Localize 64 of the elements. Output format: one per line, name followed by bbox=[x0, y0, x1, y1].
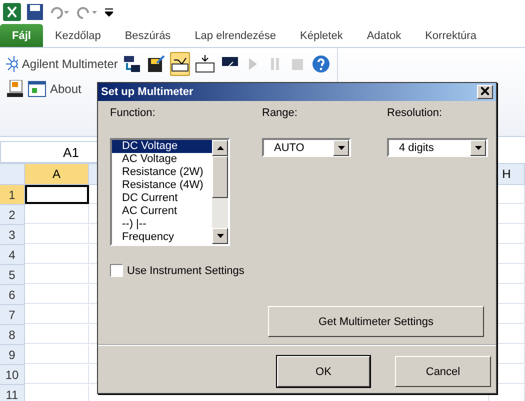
sheet-cell[interactable] bbox=[25, 365, 89, 384]
range-dropdown[interactable]: AUTO bbox=[262, 138, 351, 157]
window-icon[interactable] bbox=[28, 81, 46, 97]
list-item[interactable]: AC Current bbox=[112, 205, 212, 218]
ok-button[interactable]: OK bbox=[277, 356, 370, 387]
ribbon-tab[interactable]: Lap elrendezése bbox=[182, 24, 288, 47]
list-item[interactable]: --) |-- bbox=[112, 218, 212, 231]
row-header[interactable]: 8 bbox=[0, 325, 25, 345]
row-header[interactable]: 1 bbox=[0, 185, 25, 205]
row-header[interactable]: 11 bbox=[0, 385, 25, 401]
spreadsheet-app-icon[interactable] bbox=[3, 3, 21, 21]
down-arrow-icon[interactable] bbox=[474, 146, 482, 150]
row-header[interactable]: 9 bbox=[0, 345, 25, 365]
use-instrument-settings-checkbox[interactable]: Use Instrument Settings bbox=[110, 264, 484, 277]
list-item[interactable]: Frequency bbox=[112, 231, 212, 244]
down-arrow-icon[interactable] bbox=[216, 234, 224, 238]
list-item[interactable]: Resistance (4W) bbox=[112, 179, 212, 192]
list-item[interactable]: DC Current bbox=[112, 192, 212, 205]
ribbon-tab[interactable]: Korrektúra bbox=[413, 24, 488, 47]
cancel-button[interactable]: Cancel bbox=[395, 356, 491, 387]
scrollbar[interactable] bbox=[212, 140, 228, 244]
sheet-cell[interactable] bbox=[25, 185, 89, 204]
row-header[interactable]: 5 bbox=[0, 265, 25, 285]
range-label: Range: bbox=[262, 107, 298, 119]
column-header[interactable]: A bbox=[25, 164, 89, 185]
xls-file-icon[interactable] bbox=[6, 80, 24, 98]
redo-icon[interactable] bbox=[77, 5, 99, 19]
dialog-title: Set up Multimeter bbox=[101, 86, 194, 98]
ribbon-tab[interactable]: Képletek bbox=[288, 24, 355, 47]
row-header[interactable]: 10 bbox=[0, 365, 25, 385]
sheet-cell[interactable] bbox=[25, 245, 89, 264]
function-label: Function: bbox=[110, 107, 156, 119]
sheet-cell[interactable] bbox=[25, 305, 89, 324]
sparkle-icon bbox=[6, 56, 18, 72]
addin-title: Agilent Multimeter bbox=[22, 57, 118, 71]
down-arrow-icon[interactable] bbox=[338, 146, 344, 150]
ribbon-tab[interactable]: Adatok bbox=[354, 24, 414, 47]
ribbon-tab[interactable]: Fájl bbox=[0, 24, 43, 47]
sheet-cell[interactable] bbox=[25, 265, 89, 284]
resolution-label: Resolution: bbox=[387, 107, 444, 119]
sheet-cell[interactable] bbox=[25, 205, 89, 224]
list-item[interactable]: DC Voltage bbox=[112, 140, 212, 153]
row-header[interactable]: 2 bbox=[0, 205, 25, 225]
undo-icon[interactable] bbox=[49, 5, 71, 19]
ribbon-tab[interactable]: Kezdőlap bbox=[42, 24, 113, 47]
sheet-cell[interactable] bbox=[25, 345, 89, 364]
list-item[interactable]: Resistance (2W) bbox=[112, 166, 212, 179]
sheet-cell[interactable] bbox=[25, 285, 89, 304]
close-icon[interactable] bbox=[481, 86, 489, 94]
customize-icon[interactable] bbox=[105, 7, 113, 17]
about-link[interactable]: About bbox=[50, 82, 82, 96]
up-arrow-icon[interactable] bbox=[216, 146, 224, 150]
row-header[interactable]: 4 bbox=[0, 245, 25, 265]
get-settings-button[interactable]: Get Multimeter Settings bbox=[268, 306, 484, 337]
row-header[interactable]: 6 bbox=[0, 285, 25, 305]
sheet-cell[interactable] bbox=[25, 325, 89, 344]
ribbon-tab[interactable]: Beszúrás bbox=[112, 24, 183, 47]
row-header[interactable]: 3 bbox=[0, 225, 25, 245]
sheet-cell[interactable] bbox=[25, 225, 89, 244]
save-icon[interactable] bbox=[27, 4, 43, 20]
row-header[interactable]: 7 bbox=[0, 305, 25, 325]
resolution-dropdown[interactable]: 4 digits bbox=[387, 138, 488, 157]
close-button[interactable] bbox=[477, 85, 493, 99]
function-list[interactable]: DC Voltage AC Voltage Resistance (2W) Resistance (4W) DC Current AC Current --) |-- Frequency bbox=[110, 138, 230, 246]
